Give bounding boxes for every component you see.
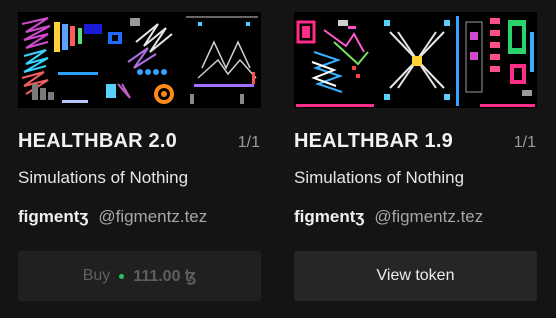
edition-count: 1/1 — [237, 134, 260, 151]
token-title[interactable]: HEALTHBAR 2.0 — [18, 130, 177, 153]
edition-count: 1/1 — [513, 134, 536, 151]
price-label: 111.00 ꜩ — [133, 268, 197, 285]
view-token-label: View token — [376, 267, 455, 284]
collection-name[interactable]: Simulations of Nothing — [294, 168, 538, 188]
artwork-image — [294, 12, 537, 108]
token-title[interactable]: HEALTHBAR 1.9 — [294, 130, 453, 153]
token-thumbnail[interactable] — [18, 12, 261, 108]
view-token-button[interactable]: View token — [294, 251, 537, 301]
buy-button[interactable]: Buy 111.00 ꜩ — [18, 251, 261, 301]
availability-dot-icon — [119, 273, 125, 279]
artwork-image — [18, 12, 261, 108]
token-card: HEALTHBAR 2.0 1/1 Simulations of Nothing… — [18, 12, 262, 301]
token-grid: HEALTHBAR 2.0 1/1 Simulations of Nothing… — [0, 0, 556, 318]
token-thumbnail[interactable] — [294, 12, 537, 108]
artist-info: figmentʒ @figmentz.tez — [18, 207, 262, 227]
artist-handle[interactable]: @figmentz.tez — [374, 207, 483, 227]
token-card: HEALTHBAR 1.9 1/1 Simulations of Nothing… — [294, 12, 538, 301]
artist-handle[interactable]: @figmentz.tez — [98, 207, 207, 227]
artist-name[interactable]: figmentʒ — [18, 207, 88, 227]
buy-label: Buy — [82, 267, 111, 284]
collection-name[interactable]: Simulations of Nothing — [18, 168, 262, 188]
artist-info: figmentʒ @figmentz.tez — [294, 207, 538, 227]
artist-name[interactable]: figmentʒ — [294, 207, 364, 227]
